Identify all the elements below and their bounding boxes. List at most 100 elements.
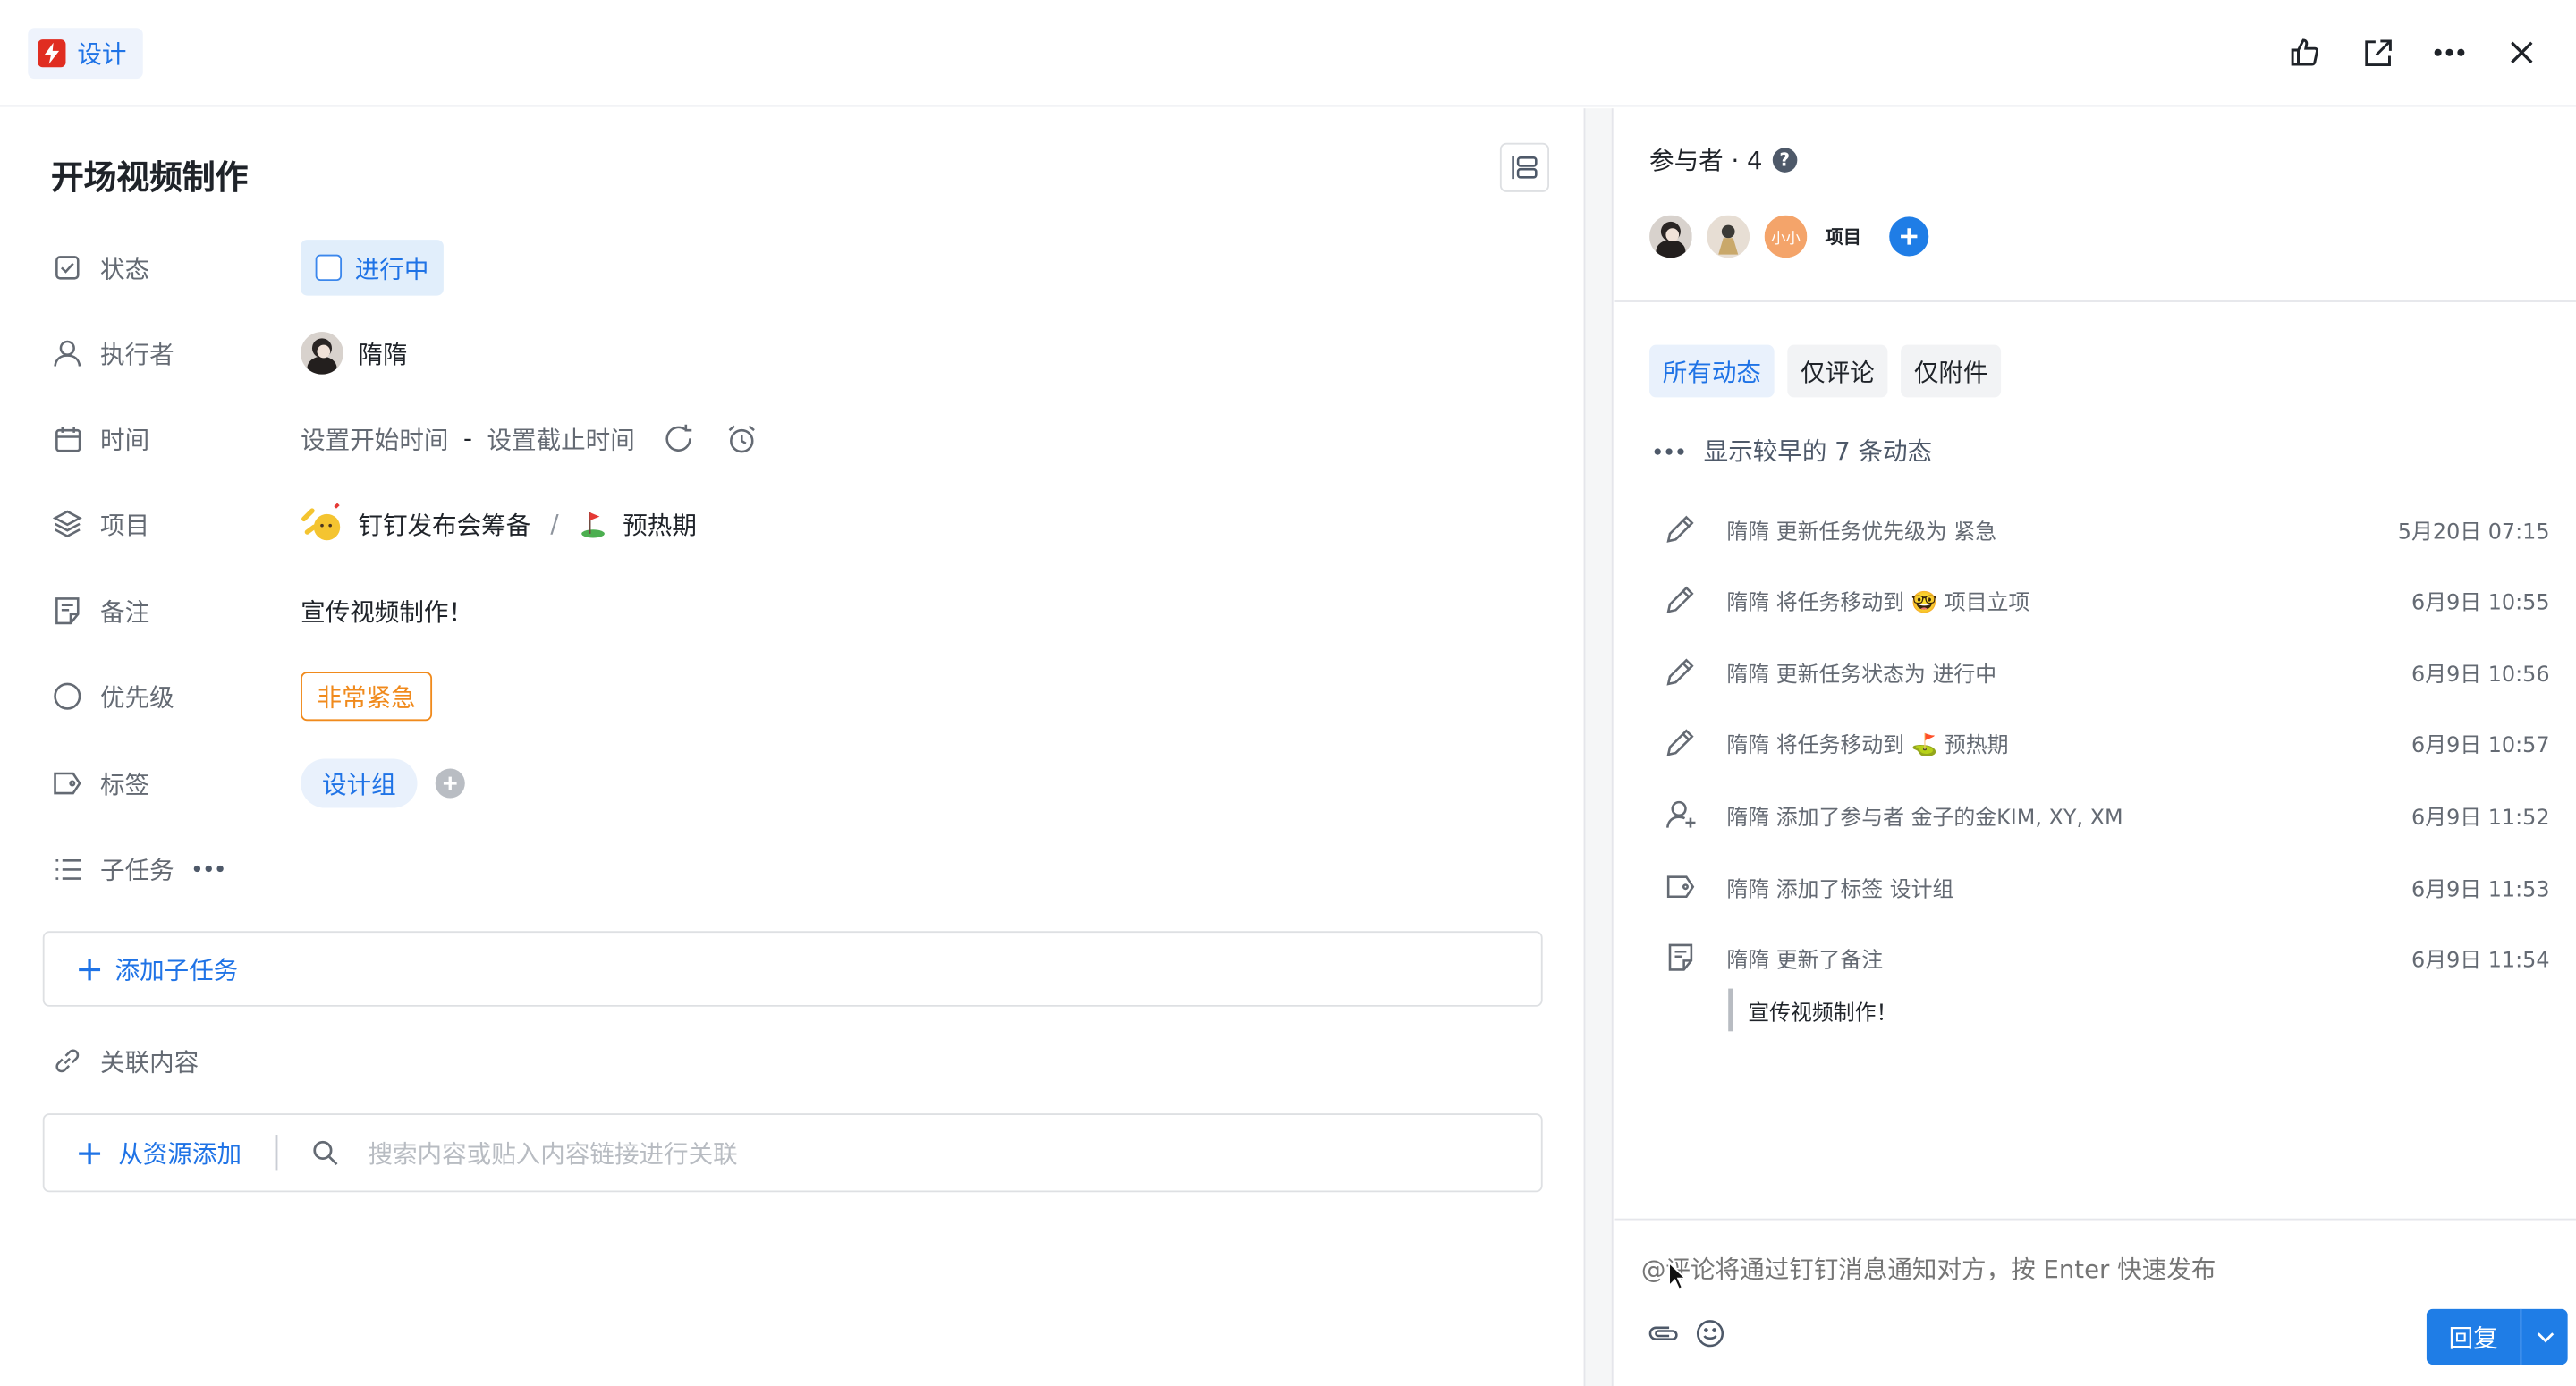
tag-icon: [1663, 869, 1699, 905]
field-tags: 标签 设计组: [51, 756, 1530, 811]
pencil-icon: [1663, 654, 1699, 689]
note-icon: [1663, 939, 1699, 975]
close-icon[interactable]: [2504, 33, 2539, 72]
related-search-input[interactable]: 搜索内容或贴入内容链接进行关联: [312, 1136, 738, 1170]
divider: [275, 1135, 278, 1171]
subtask-more-icon[interactable]: [193, 865, 224, 873]
activity-text: 隋隋 添加了标签 设计组: [1726, 877, 1954, 903]
activity-text: 隋隋 将任务移动到 🤓 项目立项: [1726, 590, 2030, 615]
open-external-icon[interactable]: [2360, 33, 2395, 72]
reply-button-group: 回复: [2426, 1308, 2568, 1365]
activity-time: 6月9日 11:53: [2411, 877, 2550, 903]
activity-item: 隋隋 将任务移动到 🤓 项目立项 6月9日 10:55: [1663, 579, 2550, 619]
tab-attachments-only[interactable]: 仅附件: [1901, 344, 2002, 398]
pane-divider[interactable]: [1583, 108, 1614, 1386]
activity-text: 隋隋 将任务移动到 ⛳ 预热期: [1726, 732, 2009, 758]
like-icon[interactable]: [2287, 33, 2323, 72]
add-user-icon: [1663, 797, 1699, 832]
status-value: 进行中: [354, 253, 429, 283]
activity-time: 5月20日 07:15: [2397, 520, 2550, 545]
activity-filter-tabs: 所有动态 仅评论 仅附件: [1649, 344, 2002, 398]
task-title[interactable]: 开场视频制作: [51, 151, 248, 199]
add-subtask-button[interactable]: 添加子任务: [42, 931, 1543, 1007]
add-tag-icon[interactable]: [435, 768, 465, 799]
avatar: [301, 331, 343, 375]
tags-label: 标签: [100, 769, 150, 799]
assignee-name: 隋隋: [358, 339, 408, 369]
project-participant-label[interactable]: 项目: [1826, 224, 1861, 249]
priority-label: 优先级: [100, 682, 174, 713]
top-actions: [2287, 33, 2540, 72]
plus-icon: [79, 958, 101, 980]
note-icon: [51, 595, 84, 628]
tab-all-activity[interactable]: 所有动态: [1649, 344, 1775, 398]
list-icon: [51, 852, 84, 885]
pencil-icon: [1663, 511, 1699, 546]
pencil-icon: [1663, 581, 1699, 617]
activity-time: 6月9日 10:56: [2411, 663, 2550, 688]
project-label: 项目: [100, 510, 150, 540]
show-earlier-button[interactable]: 显示较早的 7 条动态: [1654, 434, 1933, 469]
participants-avatars: 小小 项目: [1649, 215, 1929, 258]
participants-count: 参与者 · 4: [1649, 146, 1763, 176]
add-from-resource-button[interactable]: 从资源添加: [77, 1136, 242, 1170]
mouse-cursor-icon: [1668, 1261, 1688, 1290]
help-icon[interactable]: ?: [1772, 148, 1798, 173]
more-icon: [1654, 447, 1684, 454]
tab-comments-only[interactable]: 仅评论: [1787, 344, 1888, 398]
layout-toggle-button[interactable]: [1499, 142, 1550, 192]
project-name-link[interactable]: 钉钉发布会筹备: [358, 507, 530, 542]
attachment-icon[interactable]: [1648, 1317, 1681, 1350]
activity-text: 隋隋 更新了备注: [1726, 948, 1884, 974]
avatar[interactable]: [1707, 215, 1750, 258]
activity-item: 隋隋 更新任务状态为 进行中 6月9日 10:56: [1663, 652, 2550, 691]
golf-flag-icon: [581, 511, 606, 538]
tag-icon: [51, 767, 84, 800]
field-status: 状态 进行中: [51, 240, 1530, 296]
assignee-value-group[interactable]: 隋隋: [301, 331, 408, 375]
assignee-label: 执行者: [100, 339, 174, 369]
show-earlier-label: 显示较早的 7 条动态: [1703, 436, 1933, 467]
divider: [1614, 1218, 2576, 1221]
activity-text: 隋隋 添加了参与者 金子的金KIM, XY, XM: [1726, 805, 2123, 831]
related-content-box: 从资源添加 搜索内容或贴入内容链接进行关联: [42, 1113, 1543, 1193]
start-time-button[interactable]: 设置开始时间: [301, 421, 448, 456]
activity-item: 隋隋 将任务移动到 ⛳ 预热期 6月9日 10:57: [1663, 723, 2550, 762]
emoji-icon[interactable]: [1694, 1317, 1727, 1350]
avatar[interactable]: [1649, 215, 1692, 258]
alarm-icon[interactable]: [724, 420, 759, 456]
link-icon: [51, 1044, 84, 1078]
avatar[interactable]: 小小: [1764, 215, 1808, 258]
end-time-button[interactable]: 设置截止时间: [487, 421, 634, 456]
add-participant-icon[interactable]: [1889, 216, 1929, 257]
time-label: 时间: [100, 424, 150, 454]
app-badge[interactable]: 设计: [28, 28, 143, 80]
field-time: 时间 设置开始时间 - 设置截止时间: [51, 410, 1530, 466]
add-from-resource-label: 从资源添加: [118, 1138, 242, 1169]
field-project: 项目 钉钉发布会筹备 / 预热期: [51, 496, 1530, 552]
activity-time: 6月9日 11:52: [2411, 805, 2550, 831]
repeat-icon[interactable]: [661, 420, 697, 456]
plus-icon: [79, 1142, 101, 1164]
activity-item: 隋隋 更新任务优先级为 紧急 5月20日 07:15: [1663, 509, 2550, 548]
priority-chip[interactable]: 非常紧急: [301, 672, 433, 722]
status-chip[interactable]: 进行中: [301, 240, 444, 296]
reply-button[interactable]: 回复: [2426, 1308, 2521, 1365]
app-label: 设计: [77, 39, 127, 70]
activity-text: 隋隋 更新任务优先级为 紧急: [1726, 520, 1997, 545]
chevron-down-icon[interactable]: [2520, 1308, 2568, 1365]
activity-item: 隋隋 更新了备注 6月9日 11:54: [1663, 938, 2550, 977]
stage-name-link[interactable]: 预热期: [623, 507, 697, 542]
comment-input[interactable]: [1640, 1249, 2496, 1289]
activity-text: 隋隋 更新任务状态为 进行中: [1726, 663, 1997, 688]
pencil-icon: [1663, 724, 1699, 760]
tag-chip[interactable]: 设计组: [301, 758, 418, 808]
note-value[interactable]: 宣传视频制作！: [301, 594, 473, 629]
related-label: 关联内容: [100, 1046, 199, 1077]
divider: [1614, 300, 2576, 302]
checkbox-icon: [51, 251, 84, 284]
field-note: 备注 宣传视频制作！: [51, 583, 1530, 638]
note-quote: 宣传视频制作！: [1728, 988, 1897, 1032]
svg-text:小小: 小小: [1771, 230, 1801, 247]
more-icon[interactable]: [2431, 33, 2467, 72]
